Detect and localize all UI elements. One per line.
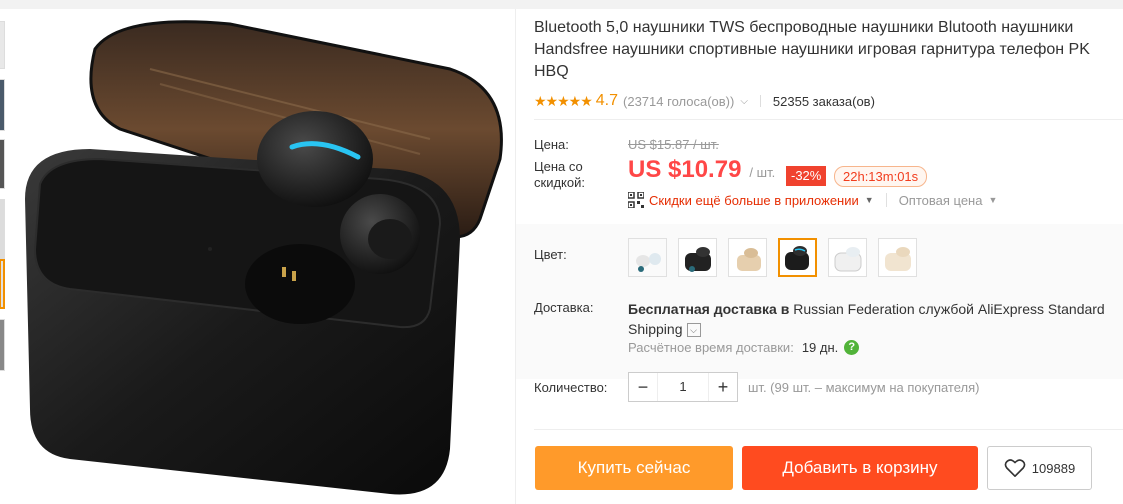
- add-to-cart-button[interactable]: Добавить в корзину: [742, 446, 978, 490]
- product-info-panel: Bluetooth 5,0 наушники TWS беспроводные …: [516, 9, 1123, 504]
- color-swatch-white-1[interactable]: [628, 238, 667, 277]
- color-swatch-black-1[interactable]: [678, 238, 717, 277]
- chevron-down-icon[interactable]: ⌵: [686, 323, 701, 338]
- divider: [534, 119, 1123, 120]
- rating-row: ★★★★★ 4.7 (23714 голоса(ов)) ⌵ 52355 зак…: [534, 91, 875, 111]
- quantity-increase-button[interactable]: +: [709, 377, 737, 398]
- product-image[interactable]: [10, 9, 515, 504]
- shipping-label: Доставка:: [534, 300, 594, 315]
- delivery-eta: Расчётное время доставки: 19 дн. ?: [628, 340, 860, 355]
- rating-value: 4.7: [595, 92, 619, 109]
- app-promo-link[interactable]: Скидки ещё больше в приложении: [649, 193, 859, 208]
- quantity-limit-note: шт. (99 шт. – максимум на покупателя): [748, 380, 980, 395]
- votes-count[interactable]: (23714 голоса(ов)): [623, 94, 734, 109]
- color-swatch-white-2[interactable]: [828, 238, 867, 277]
- wishlist-count: 109889: [1031, 460, 1076, 476]
- thumbnail-4[interactable]: [0, 199, 5, 259]
- caret-down-icon[interactable]: ▼: [988, 195, 997, 205]
- help-icon[interactable]: ?: [844, 340, 860, 355]
- original-price: US $15.87 / шт.: [628, 137, 719, 152]
- thumbnail-5[interactable]: [0, 259, 5, 309]
- discount-price-label-line2: скидкой:: [534, 175, 585, 190]
- quantity-stepper: − 1 +: [628, 372, 738, 402]
- wholesale-price-link[interactable]: Оптовая цена: [899, 193, 983, 208]
- thumbnail-strip: [0, 9, 6, 504]
- quantity-label: Количество:: [534, 380, 608, 395]
- caret-down-icon[interactable]: ▼: [865, 195, 874, 205]
- countdown-timer: 22h:13m:01s: [834, 166, 928, 187]
- price-value: US $10.79: [628, 156, 742, 183]
- shipping-info: Бесплатная доставка в Russian Federation…: [628, 299, 1108, 339]
- color-label: Цвет:: [534, 247, 567, 262]
- star-rating-icon: ★★★★★: [534, 92, 593, 109]
- product-title: Bluetooth 5,0 наушники TWS беспроводные …: [534, 19, 1090, 80]
- divider: [885, 193, 887, 207]
- color-swatch-beige-1[interactable]: [728, 238, 767, 277]
- price-label: Цена:: [534, 137, 569, 152]
- color-swatch-black-2[interactable]: [778, 238, 817, 277]
- thumbnail-3[interactable]: [0, 139, 5, 189]
- top-strip: [0, 0, 1123, 9]
- thumbnail-1[interactable]: [0, 21, 5, 69]
- color-swatch-beige-2[interactable]: [878, 238, 917, 277]
- current-price: US $10.79 / шт.: [628, 156, 775, 184]
- discount-price-label-line1: Цена со: [534, 159, 583, 174]
- color-swatches: [628, 238, 917, 277]
- chevron-down-icon[interactable]: ⌵: [740, 96, 748, 107]
- eta-value: 19 дн.: [801, 340, 839, 355]
- shipping-free-text: Бесплатная доставка в: [628, 301, 790, 317]
- quantity-decrease-button[interactable]: −: [629, 377, 657, 398]
- quantity-input[interactable]: 1: [657, 373, 709, 401]
- divider: [759, 95, 761, 107]
- thumbnail-6[interactable]: [0, 319, 5, 371]
- qr-code-icon: [628, 192, 644, 208]
- discount-price-label: Цена со скидкой:: [534, 159, 585, 191]
- app-promo-row: Скидки ещё больше в приложении ▼ Оптовая…: [628, 192, 997, 208]
- heart-icon: [1004, 459, 1026, 477]
- buy-now-button[interactable]: Купить сейчас: [535, 446, 733, 490]
- discount-badge: -32%: [786, 166, 827, 186]
- divider: [534, 429, 1123, 430]
- orders-count: 52355 заказа(ов): [772, 93, 875, 109]
- thumbnail-2[interactable]: [0, 79, 5, 131]
- eta-label: Расчётное время доставки:: [628, 340, 794, 355]
- price-unit: / шт.: [749, 165, 776, 180]
- wishlist-button[interactable]: 109889: [987, 446, 1092, 490]
